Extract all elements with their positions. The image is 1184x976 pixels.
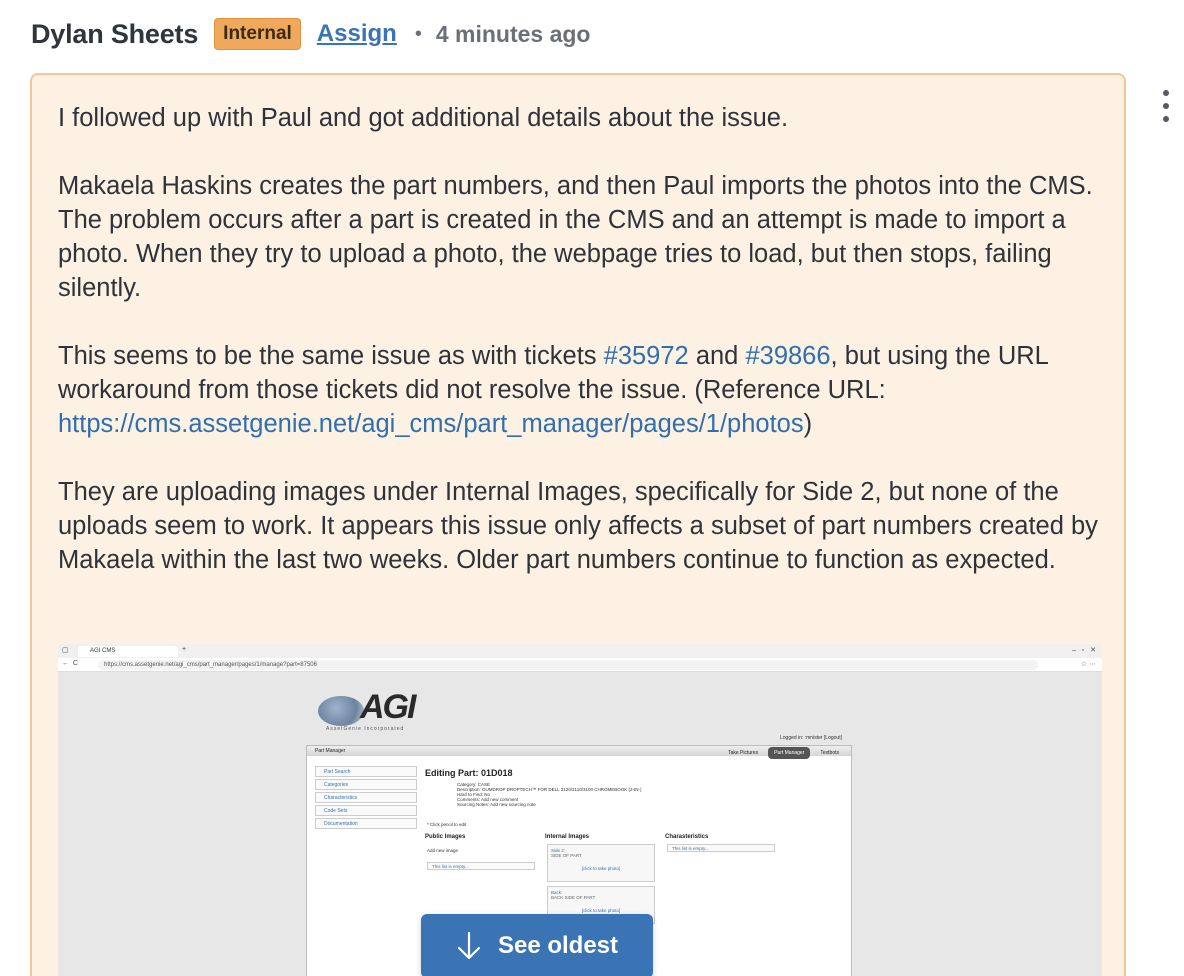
paragraph-1: I followed up with Paul and got addition…: [58, 104, 789, 132]
nav-characteristics: Characteristics: [315, 792, 417, 803]
more-options-icon[interactable]: [1160, 90, 1172, 124]
click-pencil-note: * Click pencil to edit: [427, 822, 467, 827]
browser-tools-icon: ☆ ⋯: [1080, 661, 1096, 668]
internal-images-heading: Internal Images: [545, 834, 590, 840]
window-icon: ▢: [62, 647, 69, 654]
comment-header: Dylan Sheets Internal Assign • 4 minutes…: [31, 14, 590, 54]
panel-sidenav: Part Search Categories Characteristics C…: [315, 766, 417, 831]
tab-take-pictures: Take Pictures: [728, 750, 759, 756]
internal-badge: Internal: [214, 18, 301, 50]
panel-title: Part Manager: [315, 748, 346, 754]
browser-address-bar: ← C https://cms.assetgenie.net/agi_cms/p…: [58, 658, 1102, 672]
tab-textbots: Textbots: [820, 750, 839, 756]
paragraph-3: This seems to be the same issue as with …: [58, 339, 1108, 441]
paragraph-3-text-b: and: [688, 342, 746, 370]
field-sourcing-notes: Sourcing Notes: Add new sourcing note: [457, 802, 536, 807]
side-2-box: Side 2: SIDE OF PART [click to take phot…: [547, 844, 655, 882]
paragraph-3-text-d: ): [803, 410, 813, 438]
characteristics-heading: Charasteristics: [665, 834, 709, 840]
add-image-text: Add new image: [427, 848, 459, 853]
part-fields: Category: CASE Description: GUMDROP DROP…: [457, 782, 641, 807]
author-name[interactable]: Dylan Sheets: [31, 19, 198, 50]
public-list-empty: This list is empty...: [427, 862, 535, 870]
agi-logo-subtitle: AssetGenie Incorporated: [326, 726, 405, 732]
browser-tab: AGI CMS: [78, 646, 178, 657]
characteristics-list-empty: This list is empty...: [667, 844, 775, 852]
panel-header: Part Manager Take Pictures Part Manager …: [307, 746, 851, 759]
nav-documentation: Documentation: [315, 818, 417, 829]
globe-icon: [318, 696, 364, 726]
logged-in-text: Logged in: :mnister [Logout]: [780, 735, 842, 741]
nav-part-search: Part Search: [315, 766, 417, 777]
nav-code-sets: Code Sets: [315, 805, 417, 816]
ticket-link-35972[interactable]: #35972: [604, 342, 689, 370]
paragraph-2: Makaela Haskins creates the part numbers…: [58, 172, 1093, 302]
reference-url-link[interactable]: https://cms.assetgenie.net/agi_cms/part_…: [58, 410, 804, 438]
separator-dot: •: [414, 22, 422, 45]
back-click-photo: [click to take photo]: [581, 908, 621, 913]
paragraph-3-text-a: This seems to be the same issue as with …: [58, 342, 604, 370]
arrow-down-icon: [457, 931, 481, 960]
new-tab-icon: +: [182, 646, 187, 653]
editing-part-title: Editing Part: 01D018: [425, 768, 513, 778]
agi-logo-text: AGI: [360, 688, 416, 726]
nav-categories: Categories: [315, 779, 417, 790]
side-2-click-photo: [click to take photo]: [581, 866, 621, 871]
tab-part-manager: Part Manager: [768, 747, 811, 759]
comment-body: I followed up with Paul and got addition…: [30, 73, 1126, 976]
panel-tabs: Take Pictures Part Manager Textbots: [722, 747, 845, 759]
comment-text: I followed up with Paul and got addition…: [58, 101, 1108, 611]
timestamp: 4 minutes ago: [435, 20, 591, 47]
back-forward-icon: ← C: [62, 660, 78, 667]
public-images-heading: Public Images: [425, 834, 466, 840]
window-controls-icon: – ▫ ✕: [1072, 647, 1096, 654]
see-oldest-button[interactable]: See oldest: [421, 914, 653, 976]
side-2-sublabel: SIDE OF PART: [551, 853, 582, 858]
browser-url: https://cms.assetgenie.net/agi_cms/part_…: [98, 660, 1038, 670]
back-sublabel: BACK SIDE OF PART: [551, 895, 596, 900]
see-oldest-label: See oldest: [497, 932, 619, 959]
agi-logo: AGI AssetGenie Incorporated: [316, 682, 416, 732]
ticket-link-39866[interactable]: #39866: [745, 342, 830, 370]
paragraph-4: They are uploading images under Internal…: [58, 478, 1098, 574]
assign-link[interactable]: Assign: [317, 20, 397, 48]
browser-tabbar: AGI CMS ▢ + – ▫ ✕: [58, 644, 1102, 658]
